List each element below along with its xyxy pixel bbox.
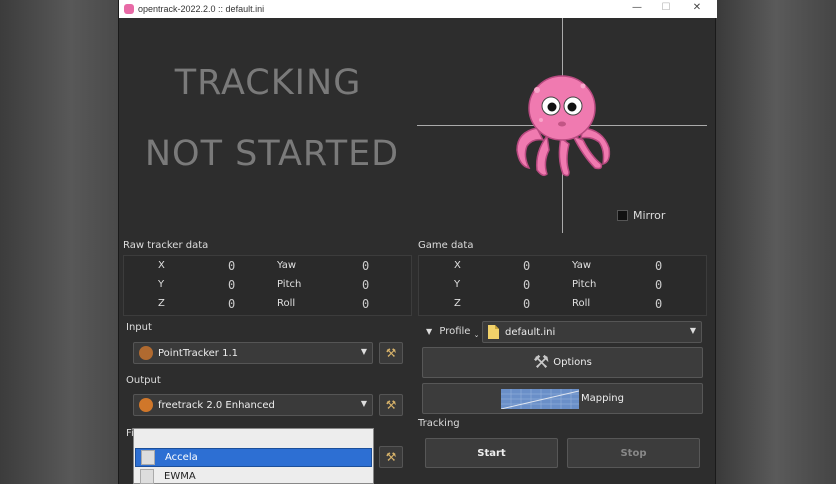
- filter-option-ewma[interactable]: EWMA: [135, 467, 372, 484]
- filter-option-label: EWMA: [164, 471, 196, 482]
- maximize-button[interactable]: ☐: [656, 2, 676, 13]
- game-row-1: X 0 Yaw 0: [419, 259, 706, 278]
- raw-row-3: Z 0 Roll 0: [124, 297, 411, 316]
- raw-yaw-label: Yaw: [277, 260, 297, 271]
- hammer-icon: ⚒: [385, 450, 397, 464]
- mapping-button[interactable]: Mapping: [422, 383, 703, 414]
- raw-row-1: X 0 Yaw 0: [124, 259, 411, 278]
- raw-row-2: Y 0 Pitch 0: [124, 278, 411, 297]
- mirror-label: Mirror: [633, 209, 666, 222]
- game-z-label: Z: [454, 298, 461, 309]
- octopus-pose-icon: [516, 75, 611, 177]
- game-data-title: Game data: [418, 240, 474, 251]
- raw-y-label: Y: [158, 279, 165, 290]
- chevron-down-icon: ▼: [360, 347, 367, 356]
- small-chevron-icon: ⌄: [473, 331, 480, 339]
- raw-tracker-title: Raw tracker data: [123, 240, 209, 251]
- raw-x-label: X: [158, 260, 165, 271]
- mirror-toggle[interactable]: Mirror: [617, 209, 665, 222]
- game-roll-label: Roll: [572, 298, 591, 309]
- output-protocol-select[interactable]: freetrack 2.0 Enhanced ▼: [133, 394, 373, 416]
- filter-option-accela[interactable]: Accela: [135, 448, 372, 467]
- freetrack-icon: [139, 398, 153, 412]
- output-label: Output: [126, 375, 161, 386]
- game-pitch-label: Pitch: [572, 279, 597, 290]
- raw-roll-value: 0: [362, 297, 370, 311]
- tracking-status-line2: NOT STARTED: [144, 134, 400, 174]
- tracking-section-label: Tracking: [418, 418, 460, 429]
- raw-pitch-value: 0: [362, 278, 370, 292]
- title-bar[interactable]: opentrack-2022.2.0 :: default.ini — ☐ ✕: [119, 0, 717, 18]
- raw-y-value: 0: [228, 278, 236, 292]
- options-button-label: Options: [553, 357, 592, 368]
- profile-value: default.ini: [505, 326, 556, 338]
- game-yaw-label: Yaw: [572, 260, 592, 271]
- profile-select[interactable]: default.ini ▼: [482, 321, 702, 343]
- game-y-value: 0: [523, 278, 531, 292]
- triangle-down-icon: ▼: [426, 327, 433, 336]
- hammer-icon: ⚒: [385, 346, 397, 360]
- desktop-background-right: [716, 0, 836, 484]
- filter-dropdown-list[interactable]: Accela EWMA: [133, 428, 374, 484]
- desktop-background-left: [0, 0, 118, 484]
- pointtracker-icon: [139, 346, 153, 360]
- raw-roll-label: Roll: [277, 298, 296, 309]
- filter-option-label: Accela: [165, 452, 198, 463]
- game-roll-value: 0: [655, 297, 663, 311]
- input-label: Input: [126, 322, 152, 333]
- output-settings-button[interactable]: ⚒: [379, 394, 403, 416]
- game-pitch-value: 0: [655, 278, 663, 292]
- raw-pitch-label: Pitch: [277, 279, 302, 290]
- opentrack-window: opentrack-2022.2.0 :: default.ini — ☐ ✕ …: [118, 0, 717, 484]
- document-icon: [488, 325, 499, 339]
- game-row-2: Y 0 Pitch 0: [419, 278, 706, 297]
- game-y-label: Y: [454, 279, 461, 290]
- mirror-checkbox[interactable]: [617, 210, 628, 221]
- game-x-value: 0: [523, 259, 531, 273]
- filter-accela-icon: [141, 450, 155, 465]
- raw-yaw-value: 0: [362, 259, 370, 273]
- profile-menu-button[interactable]: ▼ Profile ⌄: [426, 326, 480, 339]
- filter-settings-button[interactable]: ⚒: [379, 446, 403, 468]
- game-x-label: X: [454, 260, 461, 271]
- output-protocol-value: freetrack 2.0 Enhanced: [158, 399, 275, 411]
- filter-ewma-icon: [140, 469, 154, 484]
- game-row-3: Z 0 Roll 0: [419, 297, 706, 316]
- game-z-value: 0: [523, 297, 531, 311]
- minimize-button[interactable]: —: [627, 2, 647, 13]
- input-tracker-value: PointTracker 1.1: [158, 347, 238, 359]
- mapping-button-label: Mapping: [581, 393, 624, 404]
- raw-tracker-panel: X 0 Yaw 0 Y 0 Pitch 0 Z 0 Roll 0: [123, 255, 412, 316]
- tracking-status-line1: TRACKING: [174, 63, 362, 103]
- stop-button[interactable]: Stop: [567, 438, 700, 468]
- raw-x-value: 0: [228, 259, 236, 273]
- chevron-down-icon: ▼: [360, 399, 367, 408]
- input-tracker-select[interactable]: PointTracker 1.1 ▼: [133, 342, 373, 364]
- options-button[interactable]: ⚒ Options: [422, 347, 703, 378]
- raw-z-value: 0: [228, 297, 236, 311]
- raw-z-label: Z: [158, 298, 165, 309]
- start-button[interactable]: Start: [425, 438, 558, 468]
- profile-label: Profile: [439, 326, 471, 337]
- input-settings-button[interactable]: ⚒: [379, 342, 403, 364]
- close-button[interactable]: ✕: [687, 2, 707, 13]
- wrench-screwdriver-icon: ⚒: [533, 352, 550, 373]
- chevron-down-icon: ▼: [689, 326, 696, 335]
- opentrack-app-icon: [124, 4, 134, 14]
- hammer-icon: ⚒: [385, 398, 397, 412]
- window-title: opentrack-2022.2.0 :: default.ini: [138, 4, 265, 14]
- mapping-curve-icon: [501, 388, 580, 409]
- game-yaw-value: 0: [655, 259, 663, 273]
- game-data-panel: X 0 Yaw 0 Y 0 Pitch 0 Z 0 Roll 0: [418, 255, 707, 316]
